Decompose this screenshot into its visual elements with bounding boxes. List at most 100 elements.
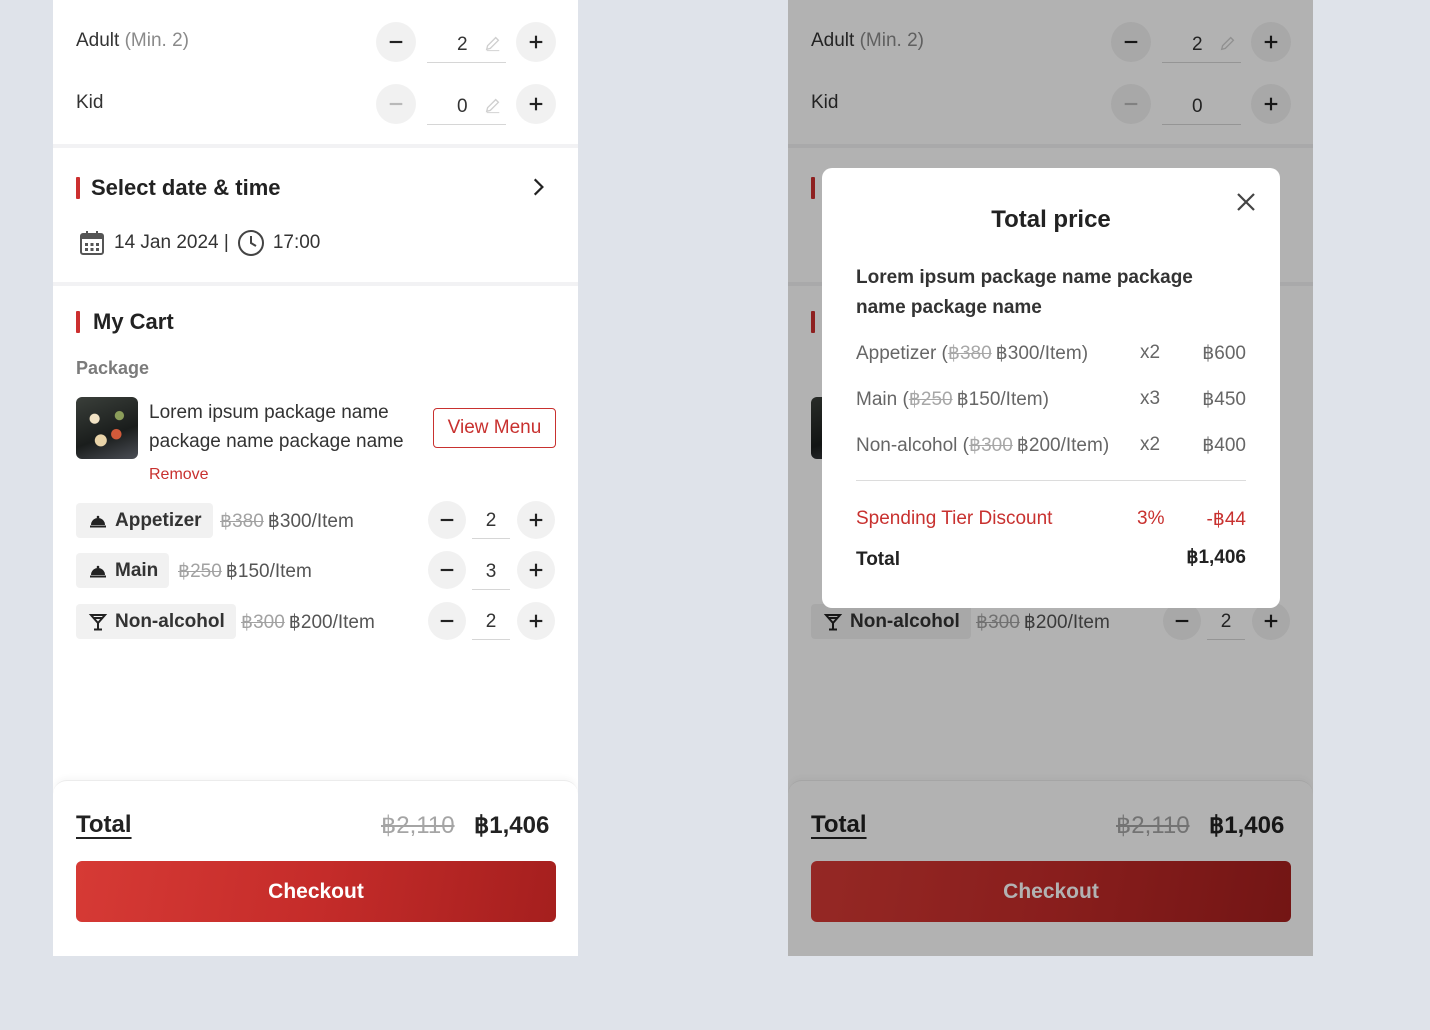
section-divider xyxy=(53,282,578,286)
checkout-button[interactable]: Checkout xyxy=(76,861,556,922)
row-old-price: ฿380 xyxy=(947,343,992,364)
total-original-price: ฿2,110 xyxy=(381,812,455,839)
modal-row-qty: x2 xyxy=(1140,434,1161,455)
row-label: Non-alcohol ( xyxy=(856,435,969,456)
modal-row-non-alcohol: Non-alcohol (฿300 ฿200/Item) xyxy=(856,434,1109,457)
pencil-icon xyxy=(484,34,502,57)
row-label: Appetizer ( xyxy=(856,343,948,364)
row-price: ฿300/Item) xyxy=(995,343,1089,364)
datetime-open-button[interactable] xyxy=(527,176,549,203)
adult-increment-button[interactable] xyxy=(516,22,556,62)
modal-row-amount: ฿400 xyxy=(1202,435,1246,456)
adult-qty-value: 2 xyxy=(457,34,468,55)
item-price: ฿150/Item xyxy=(225,561,312,582)
plus-icon xyxy=(529,614,543,628)
modal-total-label: Total xyxy=(856,549,900,570)
modal-row-amount: ฿600 xyxy=(1202,343,1246,364)
datetime-section-title: Select date & time xyxy=(91,175,281,200)
minus-icon xyxy=(440,568,454,572)
package-name: Lorem ipsum package name package name pa… xyxy=(149,402,404,452)
adult-label-text: Adult xyxy=(76,30,120,51)
clock-icon xyxy=(237,230,264,256)
cocktail-glass-icon xyxy=(88,613,108,630)
selected-datetime: 14 Jan 2024 | 17:00 xyxy=(78,229,320,257)
food-cloche-icon xyxy=(90,515,106,527)
discount-percent: 3% xyxy=(1137,508,1165,529)
kid-decrement-button[interactable] xyxy=(376,84,416,124)
plus-icon xyxy=(529,513,543,527)
item-price: ฿300/Item xyxy=(267,511,354,532)
item-old-price: ฿380 xyxy=(220,511,264,532)
item-name: Main xyxy=(115,559,159,581)
modal-divider xyxy=(856,480,1246,481)
checkout-footer: Total ฿2,110 ฿1,406 Checkout xyxy=(53,780,578,956)
plus-icon xyxy=(529,563,543,577)
kid-qty-value: 0 xyxy=(457,96,468,117)
adult-min-text: (Min. 2) xyxy=(124,30,189,51)
plus-icon xyxy=(529,97,543,111)
modal-row-qty: x3 xyxy=(1140,388,1161,409)
row-price: ฿200/Item) xyxy=(1016,435,1110,456)
item-price-appetizer: ฿380 ฿300/Item xyxy=(220,510,354,533)
calendar-icon xyxy=(80,231,104,255)
item-chip-main: Main xyxy=(76,553,170,588)
total-price-modal: Total price Lorem ipsum package name pac… xyxy=(822,168,1280,608)
discount-label: Spending Tier Discount xyxy=(856,508,1053,529)
section-divider xyxy=(53,144,578,148)
modal-title: Total price xyxy=(991,206,1111,233)
discount-amount: -฿44 xyxy=(1206,509,1246,530)
package-heading: Package xyxy=(76,358,150,378)
item-chip-non-alcohol: Non-alcohol xyxy=(76,604,236,639)
minus-icon xyxy=(389,102,403,106)
plus-icon xyxy=(529,35,543,49)
main-qty-field[interactable]: 3 xyxy=(472,561,510,590)
non-alcohol-increment-button[interactable] xyxy=(517,602,555,640)
section-accent-bar xyxy=(76,311,80,333)
modal-close-button[interactable] xyxy=(1234,190,1258,219)
item-price: ฿200/Item xyxy=(288,612,375,633)
food-cloche-icon xyxy=(90,565,106,577)
item-name: Non-alcohol xyxy=(115,610,225,632)
item-chip-appetizer: Appetizer xyxy=(76,503,213,538)
minus-icon xyxy=(440,619,454,623)
chevron-right-icon xyxy=(533,178,544,196)
kid-increment-button[interactable] xyxy=(516,84,556,124)
kid-label-text: Kid xyxy=(76,92,104,113)
item-old-price: ฿300 xyxy=(241,612,285,633)
total-price: ฿1,406 xyxy=(474,812,550,839)
main-decrement-button[interactable] xyxy=(428,551,466,589)
non-alcohol-qty-field[interactable]: 2 xyxy=(472,611,510,640)
item-old-price: ฿250 xyxy=(178,561,222,582)
section-accent-bar xyxy=(76,177,80,199)
modal-row-amount: ฿450 xyxy=(1202,389,1246,410)
modal-row-qty: x2 xyxy=(1140,342,1161,363)
time-text: 17:00 xyxy=(272,232,321,253)
kid-label: Kid xyxy=(76,92,103,114)
row-old-price: ฿250 xyxy=(908,389,953,410)
minus-icon xyxy=(389,40,403,44)
date-text: 14 Jan 2024 | xyxy=(114,232,229,253)
adult-decrement-button[interactable] xyxy=(376,22,416,62)
cart-section-title: My Cart xyxy=(93,309,174,334)
appetizer-qty-field[interactable]: 2 xyxy=(472,510,510,539)
item-price-main: ฿250 ฿150/Item xyxy=(178,560,312,583)
pencil-icon xyxy=(484,96,502,119)
booking-screen: Adult (Min. 2) 2 Kid 0 Select date & tim… xyxy=(53,0,578,956)
row-price: ฿150/Item) xyxy=(956,389,1049,410)
non-alcohol-decrement-button[interactable] xyxy=(428,602,466,640)
modal-row-main: Main (฿250 ฿150/Item) xyxy=(856,388,1049,411)
row-old-price: ฿300 xyxy=(969,435,1013,456)
appetizer-increment-button[interactable] xyxy=(517,501,555,539)
main-increment-button[interactable] xyxy=(517,551,555,589)
adult-label: Adult (Min. 2) xyxy=(76,30,189,52)
appetizer-decrement-button[interactable] xyxy=(428,501,466,539)
modal-row-appetizer: Appetizer (฿380 ฿300/Item) xyxy=(856,342,1088,365)
remove-package-link[interactable]: Remove xyxy=(149,466,209,484)
total-label[interactable]: Total xyxy=(76,811,132,839)
row-label: Main ( xyxy=(856,389,909,410)
modal-package-name: Lorem ipsum package name package name pa… xyxy=(856,267,1193,318)
view-menu-button[interactable]: View Menu xyxy=(433,408,556,448)
package-thumbnail xyxy=(76,397,138,459)
item-price-non-alcohol: ฿300 ฿200/Item xyxy=(241,611,375,634)
minus-icon xyxy=(440,518,454,522)
